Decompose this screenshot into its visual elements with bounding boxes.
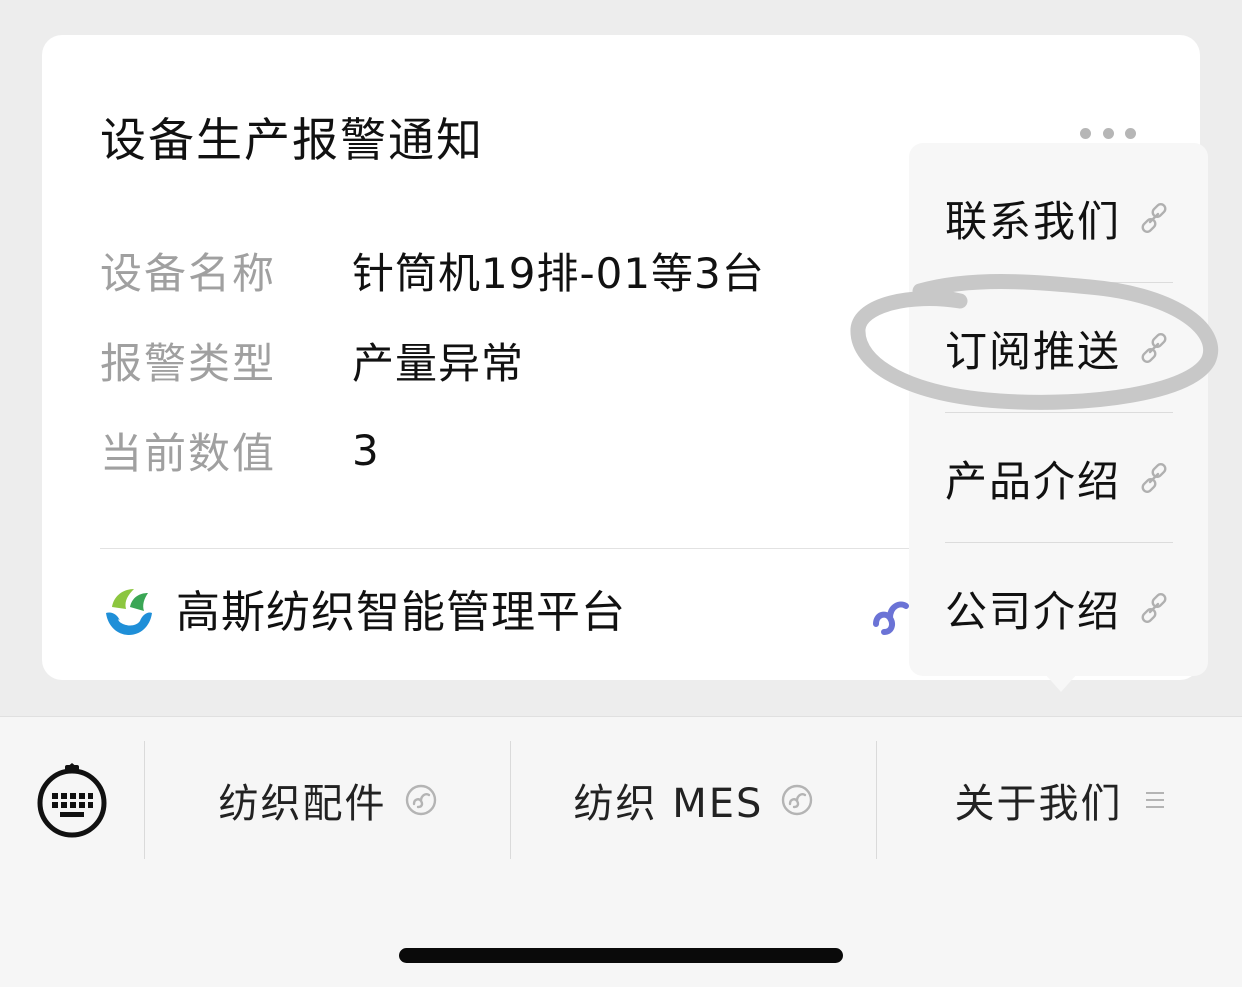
keyboard-icon[interactable]	[34, 763, 110, 839]
popup-arrow	[1045, 674, 1077, 692]
mini-program-icon	[873, 601, 909, 635]
link-icon	[1141, 463, 1167, 493]
field-value: 产量异常	[352, 338, 525, 388]
link-icon	[1141, 203, 1167, 233]
popup-item-subscribe[interactable]: 订阅推送	[945, 283, 1173, 413]
field-label: 当前数值	[100, 428, 277, 478]
popup-item-company-intro[interactable]: 公司介绍	[945, 543, 1173, 673]
field-row-current-value: 当前数值 3	[100, 415, 380, 485]
popup-item-label: 联系我们	[945, 196, 1122, 246]
card-title: 设备生产报警通知	[100, 113, 484, 167]
menu-item-label: 关于我们	[954, 781, 1123, 827]
brand-logo-icon	[106, 589, 152, 635]
popup-item-label: 订阅推送	[945, 326, 1122, 376]
menu-item-textile-parts[interactable]: 纺织配件	[145, 741, 510, 859]
menu-item-label: 纺织配件	[218, 781, 387, 827]
field-label: 报警类型	[100, 338, 277, 388]
menu-item-textile-mes[interactable]: 纺织 MES	[511, 741, 876, 859]
field-row-device-name: 设备名称 针筒机19排-01等3台	[100, 235, 765, 305]
field-label: 设备名称	[100, 248, 277, 298]
popup-menu: 联系我们 订阅推送 产品介绍 公司介绍	[909, 143, 1208, 676]
field-value: 3	[352, 425, 380, 475]
popup-item-product-intro[interactable]: 产品介绍	[945, 413, 1173, 543]
field-value: 针筒机19排-01等3台	[352, 248, 765, 298]
link-icon	[1141, 333, 1167, 363]
bottom-menu-bar: 纺织配件 纺织 MES 关于我们	[0, 716, 1242, 987]
list-icon	[1145, 792, 1164, 808]
menu-item-label: 纺织 MES	[573, 781, 764, 827]
brand-name: 高斯纺织智能管理平台	[176, 587, 626, 638]
popup-item-contact-us[interactable]: 联系我们	[945, 153, 1173, 283]
mini-program-icon	[405, 784, 436, 816]
field-row-alarm-type: 报警类型 产量异常	[100, 325, 524, 395]
mini-program-icon	[782, 784, 813, 816]
popup-item-label: 产品介绍	[945, 456, 1122, 506]
more-options-icon[interactable]	[1080, 127, 1136, 139]
popup-item-label: 公司介绍	[945, 586, 1122, 636]
link-icon	[1141, 593, 1167, 623]
menu-item-about-us[interactable]: 关于我们	[877, 741, 1242, 859]
home-indicator	[399, 948, 843, 963]
